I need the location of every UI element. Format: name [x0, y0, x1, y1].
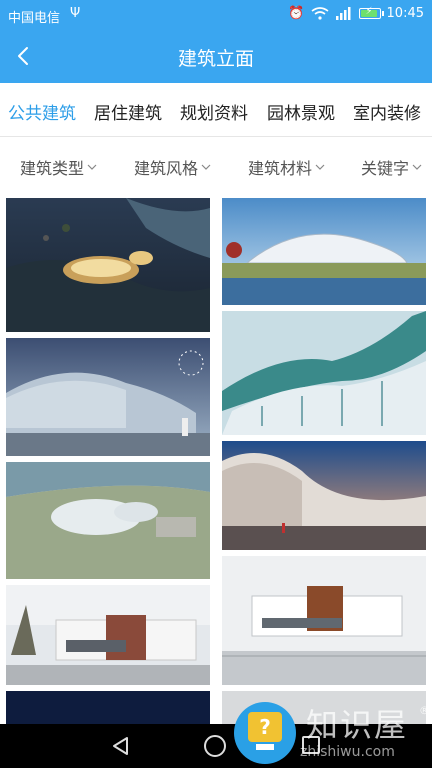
page-title: 建筑立面 [177, 48, 254, 70]
tab-public-buildings[interactable]: 公共建筑 [8, 99, 76, 124]
filter-building-material[interactable]: 建筑材料 [248, 155, 325, 179]
charging-icon: ⚡ [365, 6, 373, 17]
chevron-down-icon [201, 164, 211, 170]
building-render-image [6, 691, 210, 725]
grid-image-card[interactable] [6, 462, 210, 579]
building-render-image [6, 585, 210, 685]
filter-label: 建筑风格 [134, 159, 199, 178]
chevron-down-icon [412, 164, 422, 170]
building-render-image [222, 198, 426, 305]
usb-icon: Ψ [70, 6, 81, 21]
tab-landscape[interactable]: 园林景观 [267, 99, 335, 124]
filter-bar: 建筑类型 建筑风格 建筑材料 关键字 [0, 137, 432, 195]
watermark-logo-icon: ? [234, 702, 296, 764]
grid-image-card[interactable] [6, 585, 210, 685]
grid-image-card[interactable] [222, 311, 426, 435]
tab-interior-decoration[interactable]: 室内装修 [353, 99, 421, 124]
signal-icon [335, 7, 351, 20]
alarm-icon: ⏰ [288, 6, 305, 21]
building-render-image [222, 556, 426, 685]
chevron-down-icon [87, 164, 97, 170]
watermark-registered-mark: ® [419, 704, 430, 717]
filter-keyword[interactable]: 关键字 [361, 155, 422, 179]
filter-label: 关键字 [361, 159, 410, 178]
grid-image-card[interactable] [222, 441, 426, 550]
carrier-label: 中国电信 [8, 11, 61, 26]
status-bar: 中国电信 Ψ ⏰ ⚡ 10:45 [0, 0, 432, 30]
category-tabs: 公共建筑 居住建筑 规划资料 园林景观 室内装修 [0, 83, 432, 137]
watermark-url: zhishiwu.com [300, 744, 395, 760]
building-render-image [6, 198, 210, 332]
grid-image-card[interactable] [222, 198, 426, 305]
battery-icon: ⚡ [358, 6, 384, 19]
tab-residential-buildings[interactable]: 居住建筑 [94, 99, 162, 124]
filter-label: 建筑类型 [20, 159, 85, 178]
filter-building-type[interactable]: 建筑类型 [20, 155, 97, 179]
grid-image-card[interactable] [6, 691, 210, 725]
chevron-down-icon [315, 164, 325, 170]
building-render-image [6, 462, 210, 579]
app-header: 建筑立面 [0, 30, 432, 83]
grid-image-card[interactable] [6, 338, 210, 456]
grid-image-card[interactable] [222, 556, 426, 685]
nav-back-icon[interactable] [110, 735, 132, 757]
building-render-image [222, 441, 426, 550]
clock: 10:45 [386, 6, 424, 21]
watermark-text: 知识屋 [306, 706, 409, 744]
grid-image-card[interactable] [6, 198, 210, 332]
tab-planning-materials[interactable]: 规划资料 [180, 99, 248, 124]
watermark-badge-mark: ? [248, 712, 282, 742]
image-grid [0, 195, 432, 725]
filter-building-style[interactable]: 建筑风格 [134, 155, 211, 179]
nav-home-icon[interactable] [204, 735, 226, 757]
status-icons: ⏰ ⚡ 10:45 [288, 6, 424, 21]
building-render-image [222, 311, 426, 435]
wifi-icon [311, 7, 329, 20]
filter-label: 建筑材料 [248, 159, 313, 178]
watermark-stand [256, 744, 274, 750]
building-render-image [6, 338, 210, 456]
